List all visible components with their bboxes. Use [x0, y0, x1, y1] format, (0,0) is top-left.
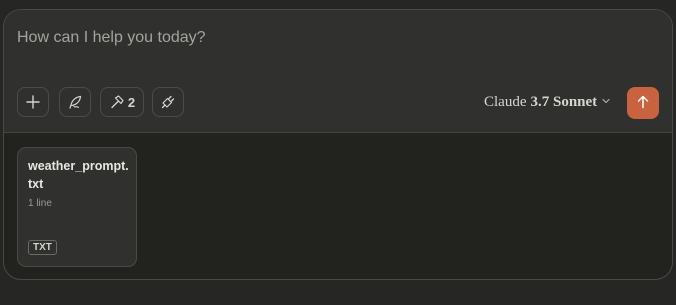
attachment-file-name: weather_prompt.txt: [28, 159, 129, 191]
quill-icon: [67, 94, 83, 110]
integrations-button[interactable]: [152, 87, 184, 117]
model-selector[interactable]: Claude 3.7 Sonnet: [484, 92, 611, 112]
input-area: 2 Claude3.7 Sonnet: [4, 10, 672, 133]
arrow-up-icon: [635, 94, 651, 113]
tools-button[interactable]: 2: [100, 87, 144, 117]
hammer-icon: [109, 94, 125, 110]
file-type-badge: TXT: [28, 240, 57, 255]
attachment-line-count: 1 line: [28, 198, 52, 209]
chat-composer: 2 Claude3.7 Sonnet: [3, 9, 673, 280]
add-content-button[interactable]: [17, 87, 49, 117]
send-button[interactable]: [627, 87, 659, 119]
plug-icon: [160, 94, 176, 110]
choose-style-button[interactable]: [59, 87, 91, 117]
prompt-input[interactable]: [17, 26, 617, 50]
model-name: Claude 3.7 Sonnet: [484, 93, 598, 110]
chevron-down-icon: [601, 94, 611, 111]
tools-count: 2: [127, 94, 136, 110]
attachment-card[interactable]: weather_prompt.txt 1 line TXT: [17, 147, 137, 267]
plus-icon: [25, 94, 41, 110]
